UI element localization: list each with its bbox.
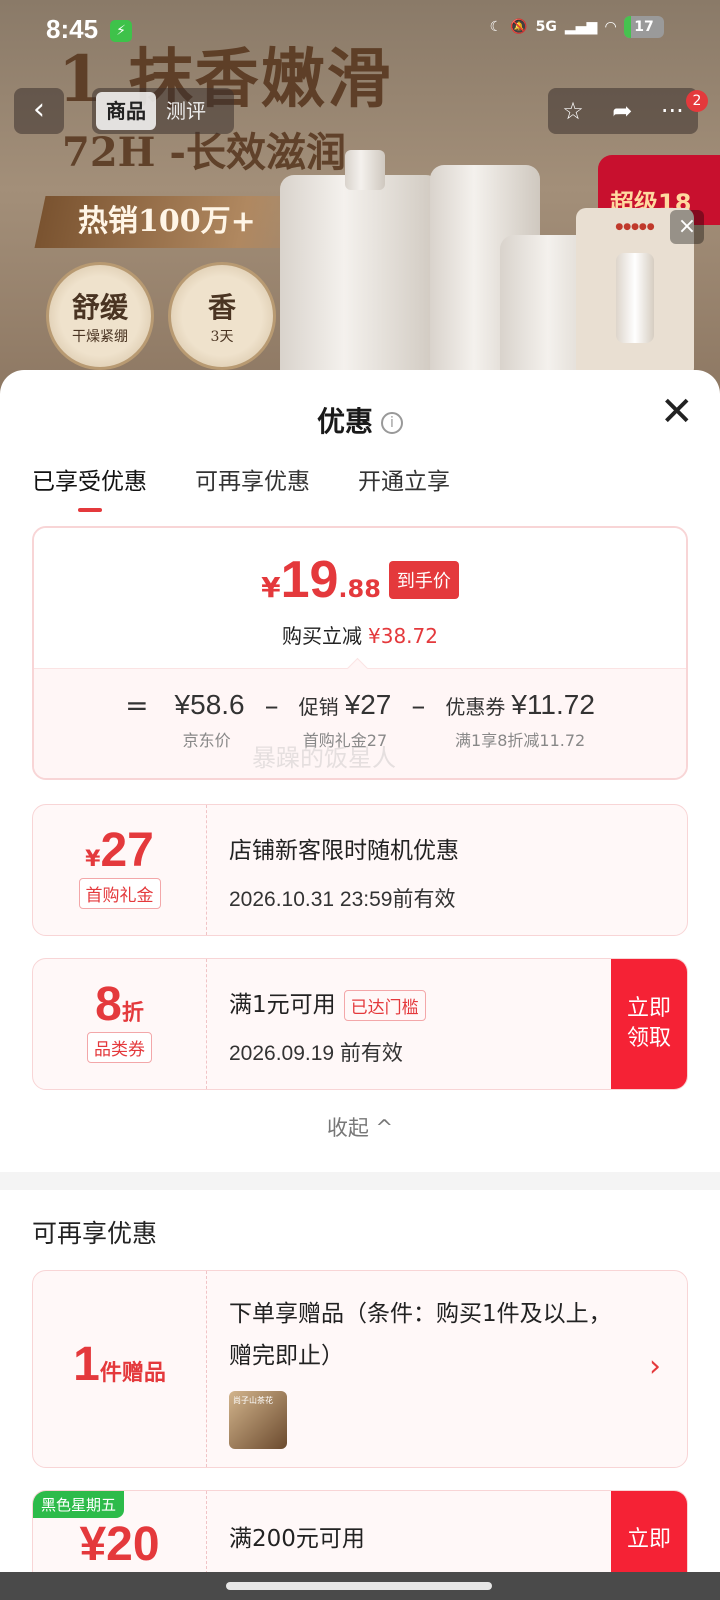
discount-tabs: 已享受优惠 可再享优惠 开通立享 [32,462,450,514]
gift-thumbnail: 尚子山茶花 [229,1391,287,1449]
battery-icon: 17 [624,16,664,38]
sheet-title-text: 优惠 [316,405,373,438]
minus-sign: – [264,689,279,722]
gesture-bar [0,1572,720,1600]
coupon-card-new-customer: ¥27 首购礼金 店铺新客限时随机优惠 2026.10.31 23:59前有效 [32,804,688,936]
term-prefix: 促销 [298,695,339,719]
currency-symbol: ¥ [261,571,281,604]
mute-icon: 🔕 [510,19,528,35]
product-nav-tabs: 商品 测评 [92,88,234,134]
gift-amount-area: 1件赠品 [33,1271,207,1467]
battery-fill [624,16,631,38]
coupon-currency: ¥ [85,847,101,872]
reduce-label: 购买立减 [282,624,362,648]
threshold-reached-badge: 已达门槛 [343,990,426,1021]
coupon-unit: 折 [121,1001,144,1026]
coupon-amount: 27 [100,824,154,877]
coupon-amount-area: 8折 品类券 [33,959,207,1089]
wifi-icon: ◠ [605,19,616,35]
product-pump [345,150,385,190]
tab-review[interactable]: 测评 [156,92,216,130]
gift-count: 1 [73,1338,100,1391]
term-value: ¥27 [344,689,392,720]
coupon-amount: 8 [95,978,122,1031]
equals-sign: = [125,689,149,722]
star-icon[interactable]: ☆ [562,97,584,125]
battery-level: 17 [634,19,654,35]
price-integer: 19 [280,551,339,609]
coupon-kind: 首购礼金 [78,878,161,909]
pip-bottle [616,253,654,343]
close-icon[interactable]: ✕ [660,392,694,432]
tab-open-now[interactable]: 开通立享 [358,462,450,514]
product-banner: 1 抹香嫩滑 72H -长效滋润 热销100万+ 舒缓 干燥紧绷 香 3天 超级… [0,0,720,420]
coupon-amount: ¥20 [79,1518,160,1571]
term-label: 京东价 [182,731,231,750]
tab-product[interactable]: 商品 [96,92,156,130]
coupon-title: 满200元可用 [229,1526,365,1552]
gift-title: 下单享赠品（条件：购买1件及以上，赠完即止） [229,1301,612,1369]
more-badge: 2 [686,90,708,112]
status-icons: ☾ 🔕 5G ▂▄▆ ◠ 17 [490,16,664,38]
coupon-validity: 2026.09.19 前有效 [229,1042,403,1065]
network-label: 5G [535,19,557,35]
term-value: ¥11.72 [511,689,595,720]
collapse-button[interactable]: 收起 ^ [0,1112,720,1142]
term-prefix: 优惠券 [445,695,506,719]
watermark: 暴躁的饭星人 [252,744,396,772]
gift-thumb-text: 尚子山茶花 [233,1396,273,1405]
badge-subtitle: 干燥紧绷 [72,329,128,345]
back-icon[interactable]: ‹ [14,88,64,134]
final-price-tag: 到手价 [388,561,459,599]
term-jd-price: ¥58.6 京东价 [169,689,245,751]
gift-card[interactable]: 1件赠品 下单享赠品（条件：购买1件及以上，赠完即止） 尚子山茶花 › [32,1270,688,1468]
reduce-line: 购买立减 ¥38.72 [34,620,686,649]
tab-more-offers[interactable]: 可再享优惠 [195,462,310,514]
term-value: ¥58.6 [174,689,245,720]
more-offers-title: 可再享优惠 [32,1219,158,1248]
discount-sheet: 优惠 i ✕ 已享受优惠 可再享优惠 开通立享 ¥ 19 .88 到手价 购买立减… [0,370,720,1600]
status-bar: 8:45 ⚡ ☾ 🔕 5G ▂▄▆ ◠ 17 [0,0,720,62]
claim-coupon-button[interactable]: 立即领取 [611,959,687,1089]
term-coupon: 优惠券 ¥11.72 满1享8折减11.72 [445,689,595,751]
coupon-title: 满1元可用 [229,992,336,1018]
charging-icon: ⚡ [110,20,132,42]
signal-icon: ▂▄▆ [564,19,598,35]
more-icon[interactable]: ··· [661,97,684,125]
status-time: 8:45 [46,14,99,44]
badge-title: 舒缓 [71,291,128,324]
reduce-value: ¥38.72 [368,624,438,648]
banner-badge-soothe: 舒缓 干燥紧绷 [46,262,154,370]
price-decimal: .88 [338,575,381,603]
coupon-title: 店铺新客限时随机优惠 [229,838,459,864]
share-icon[interactable]: ➦ [612,97,632,125]
term-label: 满1享8折减11.72 [455,731,586,750]
chevron-right-icon: › [649,1349,661,1384]
coupon-kind: 品类券 [87,1032,152,1063]
home-indicator[interactable] [226,1582,492,1590]
banner-badge-scent: 香 3天 [168,262,276,370]
badge-title: 香 [207,291,236,324]
info-icon[interactable]: i [381,412,403,434]
coupon-amount-area: ¥27 首购礼金 [33,805,207,935]
final-price: ¥ 19 .88 到手价 [34,550,686,610]
coupon-card-category: 8折 品类券 满1元可用 已达门槛 2026.09.19 前有效 立即领取 [32,958,688,1090]
gift-unit: 件赠品 [99,1361,166,1386]
moon-icon: ☾ [489,19,503,35]
nav-actions: ☆ ➦ ··· [548,88,698,134]
pip-close-icon[interactable]: × [670,210,704,244]
tab-enjoyed[interactable]: 已享受优惠 [32,462,147,514]
badge-subtitle: 3天 [210,329,234,345]
sheet-title: 优惠 i [0,400,720,440]
section-divider [0,1172,720,1190]
minus-sign: – [411,689,426,722]
coupon-validity: 2026.10.31 23:59前有效 [229,888,456,911]
